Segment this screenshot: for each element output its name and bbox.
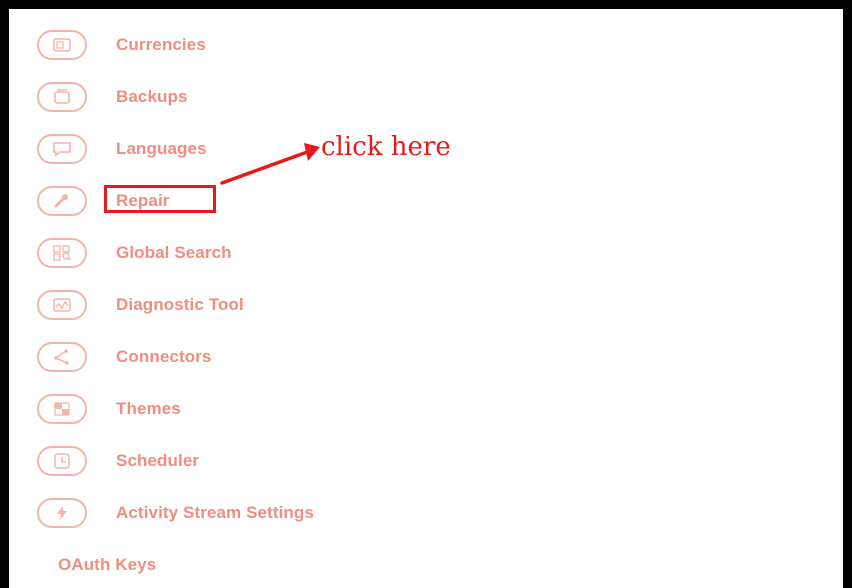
connectors-icon [37,342,87,372]
menu-item-scheduler[interactable]: Scheduler [9,441,529,481]
screenshot-frame: Currencies Backups Languages Repair Glob [9,9,843,588]
menu-label-languages: Languages [116,139,207,158]
global-search-icon [37,238,87,268]
menu-label-themes: Themes [116,399,181,418]
menu-item-themes[interactable]: Themes [9,389,529,429]
menu-item-diagnostic-tool[interactable]: Diagnostic Tool [9,285,529,325]
clock-icon [37,446,87,476]
menu-item-oauth-keys[interactable]: OAuth Keys [9,545,529,585]
menu-item-global-search[interactable]: Global Search [9,233,529,273]
themes-icon [37,394,87,424]
menu-item-connectors[interactable]: Connectors [9,337,529,377]
menu-label-currencies: Currencies [116,35,206,54]
backups-icon [37,82,87,112]
annotation-arrow-icon [220,143,320,185]
menu-label-oauth-keys: OAuth Keys [58,555,157,574]
menu-item-backups[interactable]: Backups [9,77,529,117]
menu-label-scheduler: Scheduler [116,451,200,470]
menu-label-diagnostic-tool: Diagnostic Tool [116,295,244,314]
wrench-icon [37,186,87,216]
currencies-icon [37,30,87,60]
menu-item-currencies[interactable]: Currencies [9,25,529,65]
menu-label-activity-stream-settings: Activity Stream Settings [116,503,314,522]
menu-label-backups: Backups [116,87,188,106]
languages-icon [37,134,87,164]
menu-label-global-search: Global Search [116,243,232,262]
menu-item-activity-stream-settings[interactable]: Activity Stream Settings [9,493,529,533]
click-here-annotation: click here [321,132,451,162]
menu-label-connectors: Connectors [116,347,212,366]
bolt-icon [37,498,87,528]
diagnostic-icon [37,290,87,320]
repair-highlight-box [104,185,216,213]
admin-menu: Currencies Backups Languages Repair Glob [9,9,843,588]
